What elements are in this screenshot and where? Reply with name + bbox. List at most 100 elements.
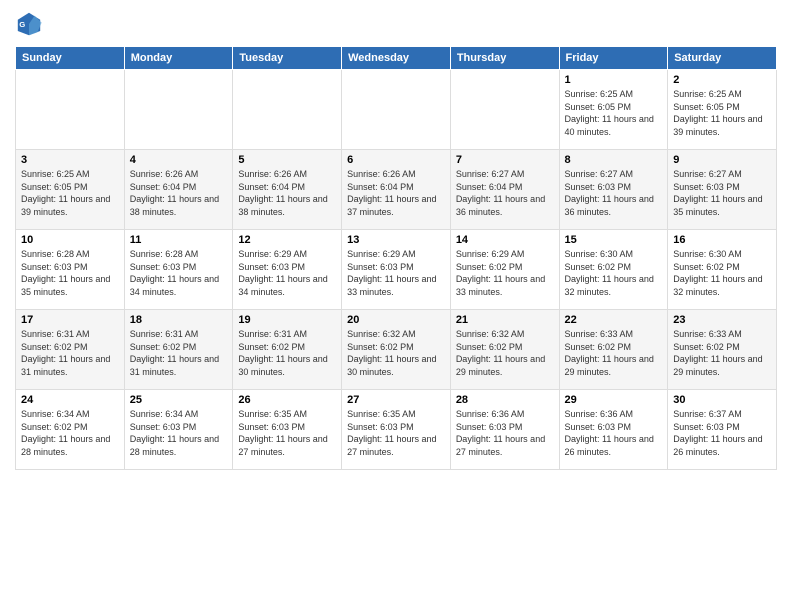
day-cell: 7 Sunrise: 6:27 AM Sunset: 6:04 PM Daylig… [450, 150, 559, 230]
day-info: Sunrise: 6:27 AM Sunset: 6:03 PM Dayligh… [565, 168, 663, 218]
header-friday: Friday [559, 47, 668, 70]
day-info: Sunrise: 6:25 AM Sunset: 6:05 PM Dayligh… [565, 88, 663, 138]
calendar-header: SundayMondayTuesdayWednesdayThursdayFrid… [16, 47, 777, 70]
day-number: 23 [673, 314, 771, 326]
day-info: Sunrise: 6:28 AM Sunset: 6:03 PM Dayligh… [21, 248, 119, 298]
day-cell: 2 Sunrise: 6:25 AM Sunset: 6:05 PM Daylig… [668, 70, 777, 150]
day-info: Sunrise: 6:31 AM Sunset: 6:02 PM Dayligh… [130, 328, 228, 378]
day-number: 26 [238, 394, 336, 406]
day-number: 5 [238, 154, 336, 166]
day-cell: 9Sunrise: 6:27 AM Sunset: 6:03 PM Daylig… [668, 150, 777, 230]
day-number: 28 [456, 394, 554, 406]
header: G [15, 10, 777, 38]
day-cell: 26Sunrise: 6:35 AM Sunset: 6:03 PM Dayli… [233, 390, 342, 470]
day-info: Sunrise: 6:33 AM Sunset: 6:02 PM Dayligh… [565, 328, 663, 378]
day-number: 18 [130, 314, 228, 326]
day-cell [124, 70, 233, 150]
day-number: 27 [347, 394, 445, 406]
calendar-body: 1 Sunrise: 6:25 AM Sunset: 6:05 PM Daylig… [16, 70, 777, 470]
day-info: Sunrise: 6:34 AM Sunset: 6:02 PM Dayligh… [21, 408, 119, 458]
day-info: Sunrise: 6:33 AM Sunset: 6:02 PM Dayligh… [673, 328, 771, 378]
day-number: 20 [347, 314, 445, 326]
day-cell [450, 70, 559, 150]
day-info: Sunrise: 6:31 AM Sunset: 6:02 PM Dayligh… [238, 328, 336, 378]
day-info: Sunrise: 6:26 AM Sunset: 6:04 PM Dayligh… [130, 168, 228, 218]
day-info: Sunrise: 6:32 AM Sunset: 6:02 PM Dayligh… [347, 328, 445, 378]
day-cell: 11 Sunrise: 6:28 AM Sunset: 6:03 PM Dayli… [124, 230, 233, 310]
day-cell: 20 Sunrise: 6:32 AM Sunset: 6:02 PM Dayli… [342, 310, 451, 390]
day-info: Sunrise: 6:37 AM Sunset: 6:03 PM Dayligh… [673, 408, 771, 458]
day-info: Sunrise: 6:34 AM Sunset: 6:03 PM Dayligh… [130, 408, 228, 458]
day-cell: 28 Sunrise: 6:36 AM Sunset: 6:03 PM Dayli… [450, 390, 559, 470]
day-cell: 5 Sunrise: 6:26 AM Sunset: 6:04 PM Daylig… [233, 150, 342, 230]
day-cell: 19 Sunrise: 6:31 AM Sunset: 6:02 PM Dayli… [233, 310, 342, 390]
day-number: 13 [347, 234, 445, 246]
week-row-2: 10 Sunrise: 6:28 AM Sunset: 6:03 PM Dayli… [16, 230, 777, 310]
header-tuesday: Tuesday [233, 47, 342, 70]
day-cell: 14 Sunrise: 6:29 AM Sunset: 6:02 PM Dayli… [450, 230, 559, 310]
week-row-1: 3Sunrise: 6:25 AM Sunset: 6:05 PM Daylig… [16, 150, 777, 230]
day-cell: 13 Sunrise: 6:29 AM Sunset: 6:03 PM Dayli… [342, 230, 451, 310]
day-info: Sunrise: 6:26 AM Sunset: 6:04 PM Dayligh… [347, 168, 445, 218]
day-info: Sunrise: 6:30 AM Sunset: 6:02 PM Dayligh… [673, 248, 771, 298]
day-number: 11 [130, 234, 228, 246]
day-number: 25 [130, 394, 228, 406]
day-info: Sunrise: 6:29 AM Sunset: 6:03 PM Dayligh… [347, 248, 445, 298]
day-number: 4 [130, 154, 228, 166]
logo-icon: G [15, 10, 43, 38]
header-row: SundayMondayTuesdayWednesdayThursdayFrid… [16, 47, 777, 70]
day-number: 7 [456, 154, 554, 166]
day-cell: 27 Sunrise: 6:35 AM Sunset: 6:03 PM Dayli… [342, 390, 451, 470]
day-info: Sunrise: 6:31 AM Sunset: 6:02 PM Dayligh… [21, 328, 119, 378]
calendar: SundayMondayTuesdayWednesdayThursdayFrid… [15, 46, 777, 470]
day-info: Sunrise: 6:35 AM Sunset: 6:03 PM Dayligh… [347, 408, 445, 458]
svg-text:G: G [19, 20, 25, 29]
day-cell: 29 Sunrise: 6:36 AM Sunset: 6:03 PM Dayli… [559, 390, 668, 470]
day-info: Sunrise: 6:25 AM Sunset: 6:05 PM Dayligh… [673, 88, 771, 138]
day-info: Sunrise: 6:36 AM Sunset: 6:03 PM Dayligh… [565, 408, 663, 458]
day-cell: 15 Sunrise: 6:30 AM Sunset: 6:02 PM Dayli… [559, 230, 668, 310]
day-info: Sunrise: 6:30 AM Sunset: 6:02 PM Dayligh… [565, 248, 663, 298]
day-cell [342, 70, 451, 150]
day-number: 12 [238, 234, 336, 246]
day-cell: 18 Sunrise: 6:31 AM Sunset: 6:02 PM Dayli… [124, 310, 233, 390]
day-info: Sunrise: 6:25 AM Sunset: 6:05 PM Dayligh… [21, 168, 119, 218]
day-cell: 25 Sunrise: 6:34 AM Sunset: 6:03 PM Dayli… [124, 390, 233, 470]
day-number: 19 [238, 314, 336, 326]
day-cell: 12 Sunrise: 6:29 AM Sunset: 6:03 PM Dayli… [233, 230, 342, 310]
day-cell: 22 Sunrise: 6:33 AM Sunset: 6:02 PM Dayli… [559, 310, 668, 390]
week-row-4: 24Sunrise: 6:34 AM Sunset: 6:02 PM Dayli… [16, 390, 777, 470]
day-number: 16 [673, 234, 771, 246]
day-number: 14 [456, 234, 554, 246]
day-number: 8 [565, 154, 663, 166]
day-number: 17 [21, 314, 119, 326]
day-number: 30 [673, 394, 771, 406]
day-cell: 4 Sunrise: 6:26 AM Sunset: 6:04 PM Daylig… [124, 150, 233, 230]
day-number: 2 [673, 74, 771, 86]
day-cell: 17 Sunrise: 6:31 AM Sunset: 6:02 PM Dayli… [16, 310, 125, 390]
day-info: Sunrise: 6:29 AM Sunset: 6:03 PM Dayligh… [238, 248, 336, 298]
day-cell: 30 Sunrise: 6:37 AM Sunset: 6:03 PM Dayli… [668, 390, 777, 470]
day-cell: 16 Sunrise: 6:30 AM Sunset: 6:02 PM Dayli… [668, 230, 777, 310]
day-cell: 3Sunrise: 6:25 AM Sunset: 6:05 PM Daylig… [16, 150, 125, 230]
day-number: 22 [565, 314, 663, 326]
header-thursday: Thursday [450, 47, 559, 70]
day-number: 1 [565, 74, 663, 86]
day-info: Sunrise: 6:27 AM Sunset: 6:04 PM Dayligh… [456, 168, 554, 218]
day-info: Sunrise: 6:29 AM Sunset: 6:02 PM Dayligh… [456, 248, 554, 298]
day-cell: 6 Sunrise: 6:26 AM Sunset: 6:04 PM Daylig… [342, 150, 451, 230]
day-number: 15 [565, 234, 663, 246]
day-cell: 23 Sunrise: 6:33 AM Sunset: 6:02 PM Dayli… [668, 310, 777, 390]
day-cell [233, 70, 342, 150]
day-number: 10 [21, 234, 119, 246]
day-info: Sunrise: 6:26 AM Sunset: 6:04 PM Dayligh… [238, 168, 336, 218]
page: G SundayMondayTuesdayWednesdayThursdayFr… [0, 0, 792, 612]
header-monday: Monday [124, 47, 233, 70]
day-number: 6 [347, 154, 445, 166]
day-number: 21 [456, 314, 554, 326]
day-number: 29 [565, 394, 663, 406]
day-info: Sunrise: 6:28 AM Sunset: 6:03 PM Dayligh… [130, 248, 228, 298]
day-info: Sunrise: 6:27 AM Sunset: 6:03 PM Dayligh… [673, 168, 771, 218]
day-info: Sunrise: 6:36 AM Sunset: 6:03 PM Dayligh… [456, 408, 554, 458]
day-cell: 8 Sunrise: 6:27 AM Sunset: 6:03 PM Daylig… [559, 150, 668, 230]
